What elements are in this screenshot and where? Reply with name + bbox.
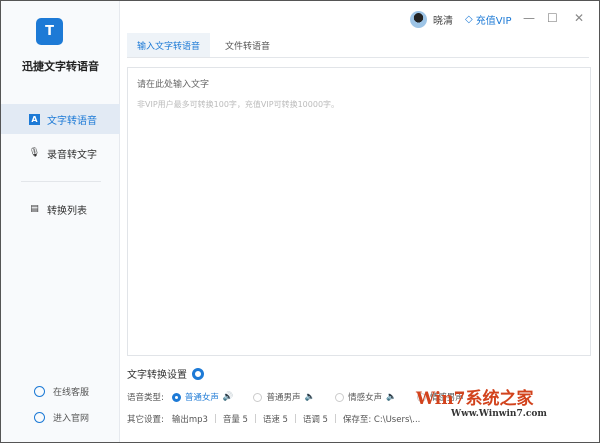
text-input[interactable]: 请在此处输入文字 非VIP用户最多可转换100字，充值VIP可转换10000字。 [127, 67, 591, 356]
watermark-title: Win7系统之家 [416, 389, 534, 409]
other-settings-row: 其它设置: 输出mp3 | 音量 5 | 语速 5 | 语调 5 | 保存至: C:\U… [127, 413, 421, 425]
list-icon: ▤ [30, 204, 39, 214]
official-site-link[interactable]: 进入官网 [34, 411, 89, 424]
other-settings-label: 其它设置: [127, 415, 164, 425]
mic-icon: 🎙 [28, 148, 41, 158]
app-window: T 迅捷文字转语音 A 文字转语音 🎙 录音转文字 ▤ 转换列表 在线客服 进入官网 … [0, 0, 600, 443]
user-area: 晓清 ◇ 充值VIP [410, 11, 512, 28]
divider [127, 57, 589, 58]
tab-file-to-speech[interactable]: 文件转语音 [215, 33, 280, 57]
voice-radio[interactable]: 普通男声 🔈 [253, 391, 315, 403]
sidebar: T 迅捷文字转语音 A 文字转语音 🎙 录音转文字 ▤ 转换列表 在线客服 进入官网 [1, 1, 120, 442]
placeholder: 请在此处输入文字 [137, 80, 210, 90]
output-format[interactable]: 输出mp3 [172, 413, 208, 425]
pitch-setting[interactable]: 语调 5 [303, 413, 328, 425]
avatar[interactable] [410, 11, 427, 28]
tab-text-to-speech[interactable]: 输入文字转语音 [127, 33, 211, 57]
divider [21, 181, 101, 182]
voice-label: 情感女声 [348, 393, 383, 403]
speed-setting[interactable]: 语速 5 [263, 413, 288, 425]
voice-label: 普通女声 [184, 393, 219, 403]
site-label: 进入官网 [53, 414, 90, 424]
support-label: 在线客服 [53, 388, 90, 398]
sidebar-item-label: 转换列表 [47, 205, 87, 217]
voice-radio[interactable]: 情感女声 🔈 [335, 391, 397, 403]
voice-label: 普通男声 [266, 393, 301, 403]
sidebar-item-label: 录音转文字 [47, 149, 97, 161]
maximize-button[interactable]: ☐ [547, 11, 558, 25]
online-support-link[interactable]: 在线客服 [34, 385, 89, 398]
vip-button[interactable]: ◇ 充值VIP [465, 12, 512, 27]
sidebar-item-label: 文字转语音 [47, 115, 97, 127]
watermark: Win7系统之家 Www.Winwin7.com [416, 384, 547, 419]
support-icon [34, 386, 45, 397]
volume-setting[interactable]: 音量 5 [223, 413, 248, 425]
watermark-url: Www.Winwin7.com [451, 409, 547, 419]
speaker-icon[interactable]: 🔊 [223, 392, 234, 402]
text-icon: A [29, 113, 40, 125]
settings-title-text: 文字转换设置 [127, 370, 187, 381]
minimize-button[interactable]: — [523, 11, 535, 25]
close-button[interactable]: ✕ [574, 11, 584, 25]
settings-title: 文字转换设置 [127, 366, 204, 381]
limit-hint: 非VIP用户最多可转换100字，充值VIP可转换10000字。 [137, 100, 340, 109]
app-logo: T [36, 18, 63, 45]
speaker-icon[interactable]: 🔈 [305, 392, 316, 402]
sidebar-item-convert-list[interactable]: ▤ 转换列表 [1, 194, 120, 224]
diamond-icon: ◇ [465, 14, 473, 25]
gear-icon[interactable] [192, 367, 204, 380]
username[interactable]: 晓清 [433, 12, 453, 27]
voice-radio[interactable]: 普通女声 🔊 [171, 391, 234, 403]
speaker-icon[interactable]: 🔈 [386, 392, 397, 402]
save-path[interactable]: 保存至: C:\Users\... [343, 413, 421, 425]
voice-type-label: 语音类型: [127, 393, 164, 403]
vip-label: 充值VIP [475, 16, 512, 27]
sidebar-item-speech-to-text[interactable]: 🎙 录音转文字 [1, 138, 120, 168]
app-title: 迅捷文字转语音 [22, 60, 99, 73]
globe-icon [34, 412, 45, 423]
sidebar-item-text-to-speech[interactable]: A 文字转语音 [1, 104, 120, 134]
